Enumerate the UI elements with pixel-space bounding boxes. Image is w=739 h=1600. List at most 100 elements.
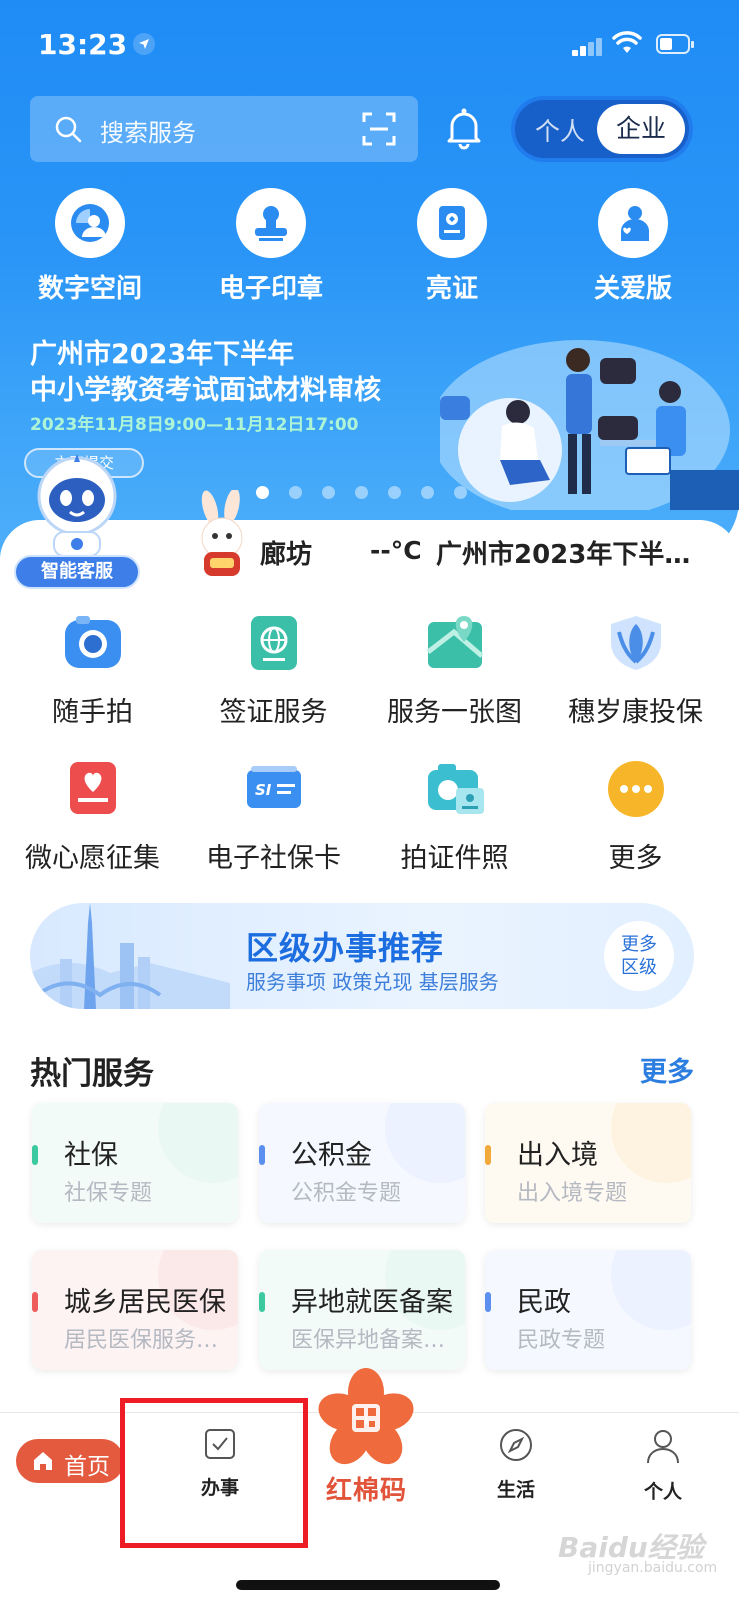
smart-assistant[interactable]: 智能客服 bbox=[14, 450, 140, 589]
quick-link-care-version[interactable]: 关爱版 bbox=[543, 188, 723, 305]
svg-text:SI: SI bbox=[255, 781, 272, 799]
service-label: 穗岁康投保 bbox=[568, 697, 703, 728]
card-accent bbox=[32, 1145, 38, 1165]
location-arrow-icon bbox=[133, 33, 155, 55]
card-decoration bbox=[385, 1103, 465, 1183]
camera-icon bbox=[62, 612, 124, 674]
card-accent bbox=[485, 1145, 491, 1165]
toggle-personal[interactable]: 个人 bbox=[535, 112, 585, 148]
card-subtitle: 民政专题 bbox=[517, 1328, 606, 1353]
digital-space-icon bbox=[55, 188, 125, 258]
district-title: 区级办事推荐 bbox=[246, 929, 445, 967]
service-label: 随手拍 bbox=[52, 697, 133, 728]
quick-link-digital-space[interactable]: 数字空间 bbox=[0, 188, 180, 305]
banner-title-line2: 中小学教资考试面试材料审核 bbox=[30, 375, 381, 406]
robot-mascot-icon bbox=[37, 454, 117, 557]
search-icon bbox=[55, 116, 82, 143]
service-label: 电子社保卡 bbox=[206, 843, 341, 874]
home-icon bbox=[34, 1452, 52, 1470]
hot-card-remote-medical[interactable]: 异地就医备案 医保异地备案… bbox=[259, 1250, 465, 1370]
compass-icon bbox=[500, 1429, 532, 1461]
pagination-dot[interactable] bbox=[355, 486, 368, 499]
pagination-dot[interactable] bbox=[388, 486, 401, 499]
hot-services-more-link[interactable]: 更多 bbox=[640, 1050, 694, 1089]
hot-card-civil-affairs[interactable]: 民政 民政专题 bbox=[485, 1250, 691, 1370]
news-ticker[interactable]: 广州市2023年下半年中小学教资考试面试材料审核 bbox=[436, 534, 716, 571]
highlight-annotation-box bbox=[120, 1398, 308, 1548]
pagination-dot[interactable] bbox=[454, 486, 467, 499]
card-title: 公积金 bbox=[291, 1140, 372, 1171]
person-icon bbox=[647, 1430, 679, 1464]
card-decoration bbox=[611, 1250, 691, 1330]
service-map[interactable]: 服务一张图 bbox=[362, 612, 547, 729]
scan-icon[interactable] bbox=[362, 112, 396, 146]
hot-card-resident-insurance[interactable]: 城乡居民医保 居民医保服务… bbox=[32, 1250, 238, 1370]
shield-leaf-icon bbox=[605, 612, 667, 674]
smart-assistant-label[interactable]: 智能客服 bbox=[14, 555, 140, 589]
kapok-flower-icon[interactable] bbox=[316, 1368, 416, 1468]
service-id-photo[interactable]: 拍证件照 bbox=[362, 758, 547, 875]
hot-card-exit-entry[interactable]: 出入境 出入境专题 bbox=[485, 1103, 691, 1223]
district-more-line1: 更多 bbox=[621, 934, 657, 955]
tab-life[interactable]: 生活 bbox=[466, 1427, 566, 1502]
service-label: 拍证件照 bbox=[400, 843, 509, 874]
card-title: 城乡居民医保 bbox=[64, 1287, 226, 1318]
service-health-insurance[interactable]: 穗岁康投保 bbox=[543, 612, 728, 729]
quick-link-show-certificate[interactable]: 亮证 bbox=[362, 188, 542, 305]
tab-home[interactable]: 首页 bbox=[16, 1439, 124, 1483]
heart-card-icon bbox=[62, 758, 124, 820]
status-bar: 13:23 bbox=[0, 0, 739, 90]
globe-passport-icon bbox=[243, 612, 305, 674]
quick-link-label: 电子印章 bbox=[218, 274, 323, 304]
district-recommend-banner[interactable]: 区级办事推荐 服务事项 政策兑现 基层服务 更多 区级 bbox=[30, 903, 694, 1009]
pagination-dot[interactable] bbox=[421, 486, 434, 499]
account-mode-toggle[interactable]: 个人 企业 bbox=[515, 100, 689, 158]
service-more[interactable]: 更多 bbox=[543, 758, 728, 875]
red-kapok-code-label[interactable]: 红棉码 bbox=[326, 1470, 407, 1507]
bell-icon[interactable] bbox=[444, 106, 484, 150]
card-decoration bbox=[611, 1103, 691, 1183]
quick-link-label: 关爱版 bbox=[593, 274, 672, 304]
service-quick-photo[interactable]: 随手拍 bbox=[0, 612, 185, 729]
weather-city: 廊坊 bbox=[260, 540, 313, 570]
card-subtitle: 出入境专题 bbox=[517, 1181, 628, 1206]
social-card-icon: SI bbox=[243, 758, 305, 820]
card-subtitle: 居民医保服务… bbox=[64, 1328, 219, 1353]
pagination-dot[interactable] bbox=[289, 486, 302, 499]
card-accent bbox=[485, 1292, 491, 1312]
service-visa[interactable]: 签证服务 bbox=[181, 612, 366, 729]
hot-card-housing-fund[interactable]: 公积金 公积金专题 bbox=[259, 1103, 465, 1223]
battery-icon bbox=[656, 34, 694, 54]
toggle-enterprise[interactable]: 企业 bbox=[597, 104, 685, 154]
wifi-icon bbox=[612, 31, 642, 53]
map-pin-icon bbox=[424, 612, 486, 674]
id-photo-icon bbox=[424, 758, 486, 820]
search-bar[interactable]: 搜索服务 bbox=[30, 96, 418, 162]
card-title: 异地就医备案 bbox=[291, 1287, 453, 1318]
service-social-card[interactable]: SI 电子社保卡 bbox=[181, 758, 366, 875]
home-indicator[interactable] bbox=[236, 1580, 500, 1590]
hot-services-title: 热门服务 bbox=[30, 1056, 154, 1092]
search-input[interactable]: 搜索服务 bbox=[100, 113, 196, 148]
hot-card-social-security[interactable]: 社保 社保专题 bbox=[32, 1103, 238, 1223]
care-icon bbox=[598, 188, 668, 258]
quick-link-e-seal[interactable]: 电子印章 bbox=[181, 188, 361, 305]
service-label: 签证服务 bbox=[219, 697, 328, 728]
card-accent bbox=[259, 1292, 265, 1312]
district-more-button[interactable]: 更多 区级 bbox=[604, 921, 674, 991]
card-accent bbox=[32, 1292, 38, 1312]
service-label: 服务一张图 bbox=[387, 697, 522, 728]
card-decoration bbox=[158, 1103, 238, 1183]
card-title: 出入境 bbox=[517, 1140, 598, 1171]
weather-temp: --°C bbox=[370, 536, 422, 565]
status-time: 13:23 bbox=[38, 28, 128, 61]
banner-pagination[interactable] bbox=[256, 484, 487, 503]
city-skyline-illustration bbox=[30, 903, 230, 1009]
quick-link-label: 亮证 bbox=[425, 274, 478, 304]
pagination-dot[interactable] bbox=[322, 486, 335, 499]
district-more-line2: 区级 bbox=[621, 957, 657, 978]
service-wish[interactable]: 微心愿征集 bbox=[0, 758, 185, 875]
tab-me[interactable]: 个人 bbox=[613, 1427, 713, 1504]
card-subtitle: 社保专题 bbox=[64, 1181, 153, 1206]
quick-link-label: 数字空间 bbox=[37, 274, 142, 304]
